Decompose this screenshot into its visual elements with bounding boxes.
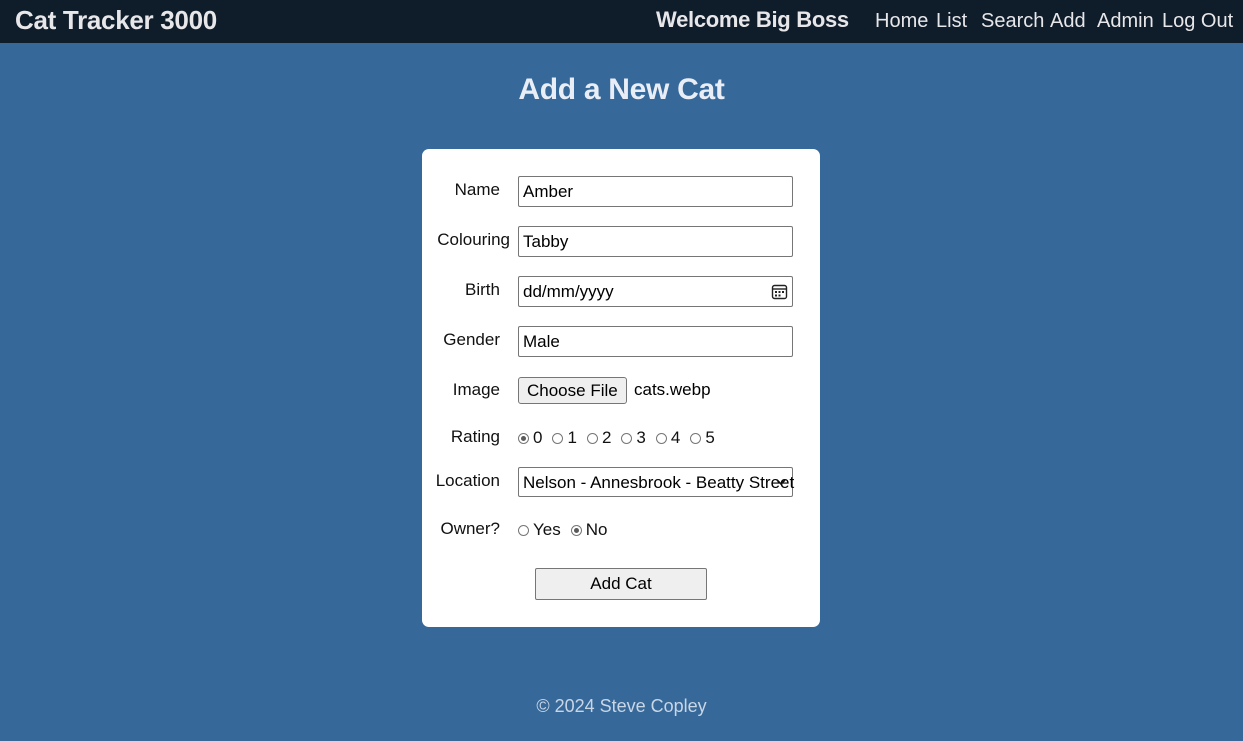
rating-option-3[interactable]: 3: [621, 428, 646, 448]
rating-label-2: 2: [601, 428, 612, 447]
owner-radio-yes[interactable]: [518, 524, 529, 536]
nav-home-link[interactable]: Home: [875, 10, 928, 33]
rating-option-0[interactable]: 0: [518, 428, 542, 448]
owner-radio-group: Yes No: [518, 520, 617, 540]
add-cat-button[interactable]: Add Cat: [535, 568, 707, 600]
rating-radio-1[interactable]: [552, 432, 564, 444]
name-label: Name: [454, 180, 500, 199]
rating-radio-5[interactable]: [690, 432, 702, 444]
rating-radio-0[interactable]: [518, 432, 529, 444]
rating-option-4[interactable]: 4: [655, 428, 681, 448]
owner-label-no: No: [585, 520, 608, 539]
rating-label-1: 1: [567, 428, 577, 447]
brand-title[interactable]: Cat Tracker 3000: [15, 5, 217, 36]
birth-date-input[interactable]: dd/mm/yyyy: [518, 276, 793, 307]
rating-option-5[interactable]: 5: [690, 428, 715, 448]
chevron-down-icon: [776, 479, 786, 486]
selected-file-name: cats.webp: [634, 380, 711, 399]
gender-label: Gender: [443, 330, 500, 349]
nav-add-link[interactable]: Add: [1050, 10, 1086, 33]
nav-list-link[interactable]: List: [936, 10, 967, 33]
choose-file-button[interactable]: Choose File: [518, 377, 627, 404]
rating-label-5: 5: [705, 428, 715, 447]
location-select[interactable]: Nelson - Annesbrook - Beatty Street: [518, 467, 795, 497]
owner-label-yes: Yes: [533, 520, 561, 539]
nav-search-link[interactable]: Search: [981, 10, 1044, 33]
owner-option-yes[interactable]: Yes: [518, 520, 561, 540]
rating-label-0: 0: [533, 428, 543, 447]
nav-admin-link[interactable]: Admin: [1097, 10, 1154, 33]
gender-input[interactable]: [518, 326, 793, 357]
colouring-label: Colouring: [437, 230, 510, 249]
page-title: Add a New Cat: [518, 73, 725, 106]
nav-logout-link[interactable]: Log Out: [1162, 10, 1233, 33]
rating-label: Rating: [450, 427, 500, 446]
welcome-message: Welcome Big Boss: [656, 7, 849, 32]
name-input[interactable]: [518, 176, 793, 207]
rating-radio-2[interactable]: [586, 432, 598, 444]
footer-copyright: © 2024 Steve Copley: [536, 696, 707, 716]
add-cat-form: Name Colouring Birth dd/mm/yyyy Gender I…: [422, 149, 820, 627]
rating-label-4: 4: [670, 428, 681, 447]
rating-radio-4[interactable]: [655, 432, 667, 444]
owner-label: Owner?: [440, 519, 500, 538]
location-label: Location: [435, 471, 500, 490]
image-label: Image: [452, 380, 500, 399]
location-selected-value: Nelson - Annesbrook - Beatty Street: [523, 473, 795, 492]
rating-radio-group: 0 1 2 3 4 5: [518, 428, 725, 448]
top-navbar: Cat Tracker 3000 Welcome Big Boss Home L…: [0, 0, 1243, 43]
birth-date-value: dd/mm/yyyy: [523, 282, 614, 301]
owner-option-no[interactable]: No: [570, 520, 608, 540]
calendar-icon[interactable]: [771, 283, 788, 300]
birth-label: Birth: [465, 280, 500, 299]
rating-option-2[interactable]: 2: [586, 428, 612, 448]
rating-option-1[interactable]: 1: [552, 428, 577, 448]
rating-label-3: 3: [636, 428, 646, 447]
rating-radio-3[interactable]: [621, 432, 633, 444]
owner-radio-no[interactable]: [570, 524, 582, 536]
colouring-input[interactable]: [518, 226, 793, 257]
